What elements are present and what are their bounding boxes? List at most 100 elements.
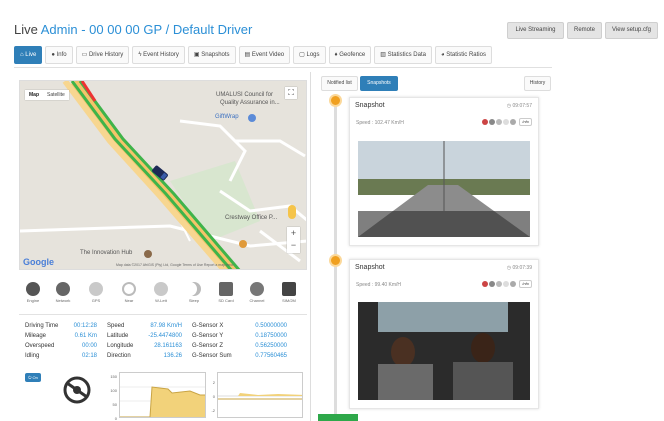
green-action-button[interactable] (318, 414, 358, 421)
snapshot-card[interactable]: Snapshot ◷ 09:07:57 Speed : 102.47 Km/H … (349, 97, 539, 246)
remote-button[interactable]: Remote (567, 22, 602, 39)
stat-value: 00:12:28 (73, 323, 97, 329)
stat-label: Idling (25, 353, 40, 359)
notified-list-button[interactable]: Notified list (321, 76, 358, 91)
stats-row: Overspeed 00:00 Longitude 28.161163 G-Sensor… (25, 341, 305, 351)
sensor-near: Near (118, 282, 140, 303)
snapshot-card[interactable]: Snapshot ◷ 09:07:39 Speed : 99.40 Km/H I… (349, 259, 539, 409)
sdcard-icon (219, 282, 233, 296)
on-toggle-button[interactable]: ⏻ On (25, 373, 41, 382)
on-button-label: On (32, 375, 38, 380)
sensor-label: GPS (91, 298, 101, 303)
g-sensor-chart (217, 372, 303, 418)
snapshot-icons: Info (482, 280, 532, 288)
speed-chart-axis: 150 100 50 0 (107, 370, 117, 421)
tab-event-video[interactable]: ▤ Event Video (238, 46, 291, 64)
stats-table: Driving Time 00:12:28 Speed 87.98 Km/H G-Sen… (25, 321, 305, 361)
zoom-control: + − (287, 227, 300, 253)
panel-divider (310, 72, 311, 421)
stat-value: 0.50000000 (255, 323, 287, 329)
sensor-channel: Channel (246, 282, 268, 303)
tab-event-video-label: Event Video (251, 52, 285, 58)
stats-divider (19, 314, 307, 315)
network-status-icon (489, 281, 496, 287)
snapshot-image-cabin[interactable] (358, 302, 530, 400)
fullscreen-icon[interactable]: ⛶ (285, 87, 297, 99)
stat-value: 02:18 (81, 353, 97, 359)
map-attribution[interactable]: Map data ©2017 AfriGIS (Pty) Ltd, Google… (116, 263, 233, 267)
map-type-satellite[interactable]: Satellite (43, 90, 69, 100)
snapshot-speed: Speed : 102.47 Km/H (356, 120, 404, 126)
history-button[interactable]: History (524, 76, 551, 91)
tab-info[interactable]: ● Info (45, 46, 73, 64)
engine-status-icon (482, 281, 489, 287)
snapshot-time: ◷ 09:07:57 (506, 103, 532, 109)
network-icon (56, 282, 70, 296)
sleep-status-icon (503, 119, 510, 125)
tab-geofence[interactable]: ♦ Geofence (328, 46, 372, 64)
snapshot-info-button[interactable]: Info (519, 118, 532, 126)
gps-status-icon (496, 281, 503, 287)
snapshot-image-road[interactable] (358, 141, 530, 237)
stat-label: G-Sensor X (192, 323, 224, 329)
sensor-sim: SIM/2M (278, 282, 300, 303)
sensor-sleep: Sleep (183, 282, 205, 303)
stat-label: Longitude (107, 343, 134, 349)
speed-tick: 150 (110, 374, 117, 379)
zoom-out-icon[interactable]: − (287, 239, 300, 251)
engine-icon (26, 282, 40, 296)
map-label-quality: Quality Assurance in... (220, 100, 280, 106)
stat-value: 28.161163 (154, 343, 182, 349)
tab-event-history-label: Event History (143, 52, 179, 58)
tab-drive-history[interactable]: ▭ Drive History (75, 46, 130, 64)
title-prefix: Live (14, 22, 38, 37)
tab-bar: ⌂ Live ● Info ▭ Drive History ϟ Event Hi… (14, 46, 554, 67)
tab-live-label: Live (25, 52, 37, 58)
stat-label: Driving Time (25, 323, 59, 329)
stat-label: G-Sensor Z (192, 343, 224, 349)
sensor-label: W-Lett (155, 298, 167, 303)
live-streaming-button[interactable]: Live Streaming (507, 22, 564, 39)
tab-statistic-ratios[interactable]: ◕ Statistic Ratios (434, 46, 492, 64)
snapshots-button[interactable]: Snapshots (360, 76, 398, 91)
map-type-map[interactable]: Map (25, 90, 43, 100)
stat-label: Overspeed (25, 343, 55, 349)
tab-snapshots[interactable]: ▣ Snapshots (187, 46, 236, 64)
snapshot-time-value: 09:07:57 (512, 103, 532, 109)
gps-status-icon (496, 119, 503, 125)
steering-wheel-icon (63, 376, 91, 404)
tab-snapshots-label: Snapshots (201, 52, 230, 58)
view-setup-button[interactable]: View setup.cfg (605, 22, 658, 39)
tab-logs[interactable]: ▢ Logs (293, 46, 326, 64)
wlett-icon (154, 282, 168, 296)
map-label-crestway: Crestway Office P... (225, 215, 278, 221)
map-canvas[interactable] (20, 81, 307, 270)
tab-logs-label: Logs (306, 52, 320, 58)
sensor-label: Network (55, 298, 71, 303)
tab-statistics-data[interactable]: ▥ Statistics Data (374, 46, 432, 64)
snapshot-info-button[interactable]: Info (519, 280, 532, 288)
title-vehicle[interactable]: Admin - 00 00 00 GP (41, 22, 162, 37)
map-view[interactable]: UMALUSI Council for Quality Assurance in… (19, 80, 307, 270)
snapshot-time-value: 09:07:39 (512, 265, 532, 271)
engine-status-icon (482, 119, 489, 125)
network-status-icon (489, 119, 496, 125)
speed-chart (119, 372, 206, 418)
sensor-label: SIM/2M (282, 298, 296, 303)
title-driver[interactable]: Default Driver (173, 22, 252, 37)
pegman-icon[interactable] (288, 205, 296, 219)
g-tick: 0 (212, 394, 215, 399)
tab-event-history[interactable]: ϟ Event History (132, 46, 185, 64)
map-label-innovation: The Innovation Hub (80, 250, 133, 256)
sensor-label: Channel (249, 298, 265, 303)
gps-icon (89, 282, 103, 296)
stats-row: Mileage 0.61 Km Latitude -25.4474800 G-Senso… (25, 331, 305, 341)
timeline-dot (329, 254, 342, 267)
stat-value: 0.56250000 (255, 343, 287, 349)
speed-tick: 50 (112, 402, 117, 407)
sim-icon (282, 282, 296, 296)
tab-live[interactable]: ⌂ Live (14, 46, 43, 64)
g-tick: 2 (212, 380, 215, 385)
zoom-in-icon[interactable]: + (287, 227, 300, 239)
snapshot-title: Snapshot (355, 102, 385, 109)
